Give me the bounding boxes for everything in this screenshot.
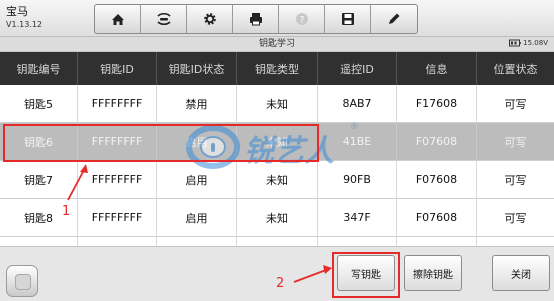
page-title: 钥匙学习	[258, 39, 295, 49]
home-button[interactable]	[95, 5, 141, 33]
table-cell: FFFFFFFF	[78, 85, 157, 122]
vehicle-swap-icon	[156, 12, 171, 26]
table-cell: 可写	[504, 173, 527, 187]
battery-icon	[509, 39, 521, 47]
table-cell: 启用	[157, 161, 237, 198]
top-bar: 宝马 V1.13.12 ?	[0, 0, 554, 37]
app-version: V1.13.12	[6, 20, 43, 29]
table-cell: 禁用	[157, 85, 237, 122]
table-cell: 可写	[504, 135, 527, 149]
table-header: 钥匙编号 钥匙ID 钥匙ID状态 钥匙类型 遥控ID 信息 位置状态	[0, 52, 554, 85]
erase-key-button[interactable]: 擦除钥匙	[404, 255, 462, 291]
print-button[interactable]	[233, 5, 279, 33]
close-button[interactable]: 关闭	[492, 255, 550, 291]
save-icon	[341, 13, 354, 25]
help-button[interactable]: ?	[279, 5, 325, 33]
annotation-number-1: 1	[62, 204, 71, 219]
battery-status: 15.08V	[509, 39, 548, 47]
svg-text:?: ?	[299, 16, 304, 26]
vehicle-swap-button[interactable]	[141, 5, 187, 33]
table-cell: FFFFFFFF	[78, 161, 157, 198]
table-cell: 90FB	[318, 161, 397, 198]
table-cell: 可写	[504, 97, 527, 111]
table-row[interactable]: 钥匙8 FFFFFFFF 启用 未知 347F F07608 可写	[0, 199, 554, 237]
column-header: 位置状态	[493, 62, 538, 76]
table-cell: 钥匙7	[0, 161, 78, 198]
table-cell: 41BE	[318, 123, 397, 160]
table-cell: 可写	[504, 211, 527, 225]
table-cell: 347F	[318, 199, 397, 236]
row-highlight-annotation	[3, 124, 319, 162]
device-home-button[interactable]	[6, 265, 38, 297]
title-strip: 钥匙学习 15.08V	[0, 37, 554, 52]
table-row[interactable]: 钥匙5 FFFFFFFF 禁用 未知 8AB7 F17608 可写	[0, 85, 554, 123]
table-cell: 钥匙5	[0, 85, 78, 122]
table-cell: 未知	[237, 85, 318, 122]
table-cell: 8AB7	[318, 85, 397, 122]
column-header: 钥匙ID	[78, 52, 157, 85]
bottom-bar: 写钥匙 擦除钥匙 关闭	[0, 246, 554, 301]
gear-icon	[203, 13, 216, 25]
table-cell: 未知	[237, 199, 318, 236]
table-cell: F07608	[397, 199, 477, 236]
annotation-number-2: 2	[276, 276, 285, 291]
edit-button[interactable]	[371, 5, 417, 33]
table-cell: F07608	[397, 123, 477, 160]
pencil-icon	[389, 13, 400, 24]
column-header: 钥匙编号	[0, 52, 78, 85]
battery-voltage: 15.08V	[523, 39, 548, 47]
key-table: 钥匙编号 钥匙ID 钥匙ID状态 钥匙类型 遥控ID 信息 位置状态 钥匙5 F…	[0, 52, 554, 275]
printer-icon	[249, 13, 262, 26]
table-cell: 启用	[157, 199, 237, 236]
app-title: 宝马	[6, 5, 28, 18]
column-header: 钥匙类型	[237, 52, 318, 85]
button-highlight-annotation	[332, 252, 400, 298]
table-cell: 未知	[237, 161, 318, 198]
home-icon	[111, 14, 124, 25]
column-header: 信息	[397, 52, 477, 85]
toolbar: ?	[94, 4, 418, 34]
save-button[interactable]	[325, 5, 371, 33]
column-header: 钥匙ID状态	[157, 52, 237, 85]
column-header: 遥控ID	[318, 52, 397, 85]
help-icon: ?	[295, 13, 308, 26]
table-row[interactable]: 钥匙7 FFFFFFFF 启用 未知 90FB F07608 可写	[0, 161, 554, 199]
settings-button[interactable]	[187, 5, 233, 33]
table-cell: FFFFFFFF	[78, 199, 157, 236]
table-cell: F17608	[397, 85, 477, 122]
table-cell: F07608	[397, 161, 477, 198]
